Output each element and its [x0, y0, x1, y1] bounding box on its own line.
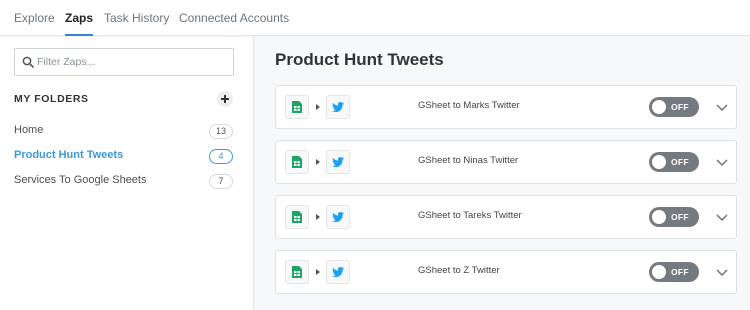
google-sheets-icon	[292, 266, 302, 278]
tab-connected-accounts[interactable]: Connected Accounts	[179, 0, 289, 36]
toggle-status-label: OFF	[671, 102, 689, 112]
twitter-app-icon	[326, 260, 350, 284]
top-nav: Explore Zaps Task History Connected Acco…	[0, 0, 750, 36]
chevron-down-icon[interactable]	[715, 211, 729, 223]
chevron-down-icon[interactable]	[715, 101, 729, 113]
google-sheets-app-icon	[285, 95, 309, 119]
twitter-icon	[332, 157, 344, 168]
folder-services-to-google-sheets[interactable]: Services To Google Sheets 7	[14, 173, 234, 191]
arrow-right-icon	[316, 269, 320, 275]
zap-name: GSheet to Marks Twitter	[418, 100, 520, 111]
zap-name: GSheet to Tareks Twitter	[418, 210, 522, 221]
google-sheets-icon	[292, 211, 302, 223]
search-input[interactable]	[37, 53, 227, 71]
twitter-icon	[332, 102, 344, 113]
google-sheets-icon	[292, 156, 302, 168]
zap-row[interactable]: GSheet to Ninas Twitter OFF	[275, 140, 737, 184]
folders-heading: MY FOLDERS	[14, 93, 89, 105]
folder-name: Home	[14, 124, 44, 136]
folder-name: Services To Google Sheets	[14, 174, 147, 186]
twitter-icon	[332, 212, 344, 223]
tab-zaps[interactable]: Zaps	[65, 0, 94, 36]
tab-explore[interactable]: Explore	[14, 0, 55, 36]
search-icon	[22, 56, 34, 68]
tab-task-history[interactable]: Task History	[104, 0, 169, 36]
chevron-down-icon[interactable]	[715, 156, 729, 168]
twitter-app-icon	[326, 205, 350, 229]
folder-home[interactable]: Home 13	[14, 123, 234, 141]
zap-row[interactable]: GSheet to Z Twitter OFF	[275, 250, 737, 294]
twitter-icon	[332, 267, 344, 278]
folder-count-badge: 13	[209, 124, 233, 139]
twitter-app-icon	[326, 95, 350, 119]
folder-count-badge: 7	[209, 174, 233, 189]
zap-row[interactable]: GSheet to Tareks Twitter OFF	[275, 195, 737, 239]
toggle-status-label: OFF	[671, 267, 689, 277]
search-box[interactable]	[14, 48, 234, 76]
toggle-knob	[652, 100, 666, 114]
arrow-right-icon	[316, 159, 320, 165]
toggle-knob	[652, 155, 666, 169]
zap-name: GSheet to Z Twitter	[418, 265, 500, 276]
arrow-right-icon	[316, 104, 320, 110]
add-folder-button[interactable]	[217, 91, 233, 107]
zap-toggle[interactable]: OFF	[649, 207, 699, 227]
folder-product-hunt-tweets[interactable]: Product Hunt Tweets 4	[14, 148, 234, 166]
page-title: Product Hunt Tweets	[275, 50, 444, 69]
zap-row[interactable]: GSheet to Marks Twitter OFF	[275, 85, 737, 129]
plus-icon	[221, 95, 229, 103]
toggle-knob	[652, 210, 666, 224]
sidebar: MY FOLDERS Home 13 Product Hunt Tweets 4…	[0, 37, 254, 310]
toggle-knob	[652, 265, 666, 279]
google-sheets-app-icon	[285, 150, 309, 174]
twitter-app-icon	[326, 150, 350, 174]
folder-count-badge: 4	[209, 149, 233, 164]
chevron-down-icon[interactable]	[715, 266, 729, 278]
main-content: Product Hunt Tweets GSheet to Marks Twit…	[255, 37, 750, 310]
google-sheets-app-icon	[285, 260, 309, 284]
toggle-status-label: OFF	[671, 212, 689, 222]
google-sheets-app-icon	[285, 205, 309, 229]
zap-toggle[interactable]: OFF	[649, 152, 699, 172]
toggle-status-label: OFF	[671, 157, 689, 167]
zap-toggle[interactable]: OFF	[649, 97, 699, 117]
zap-toggle[interactable]: OFF	[649, 262, 699, 282]
zap-name: GSheet to Ninas Twitter	[418, 155, 519, 166]
arrow-right-icon	[316, 214, 320, 220]
folder-name: Product Hunt Tweets	[14, 149, 124, 161]
google-sheets-icon	[292, 101, 302, 113]
